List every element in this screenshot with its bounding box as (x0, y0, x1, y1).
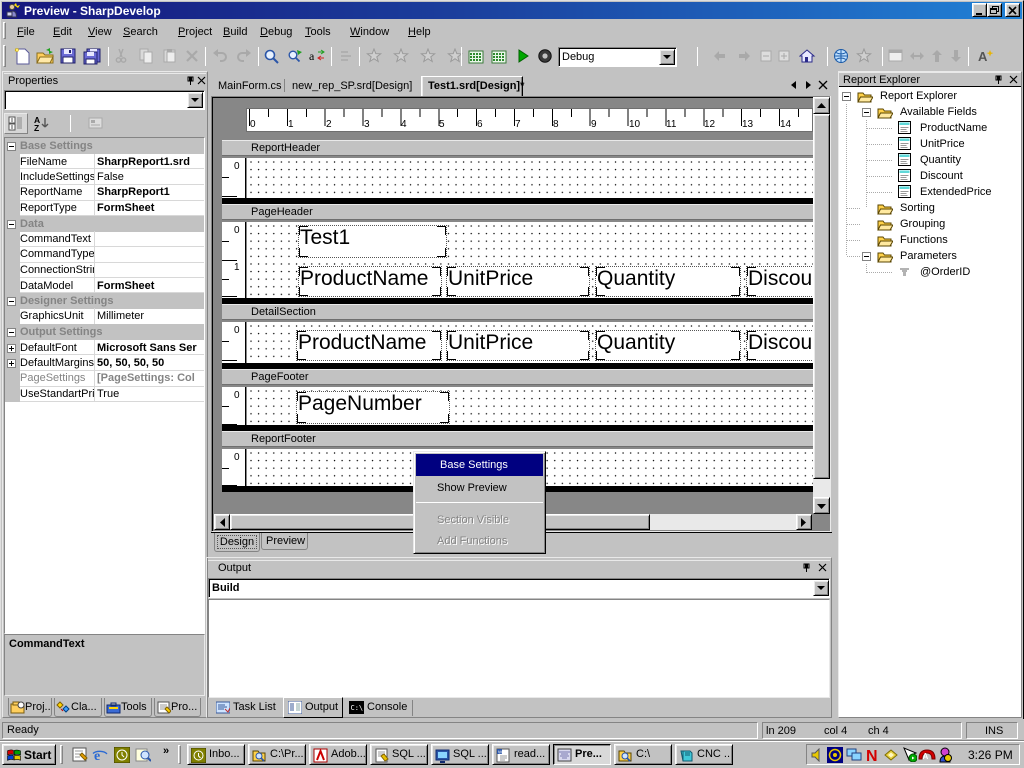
svg-text:N: N (866, 748, 878, 763)
svg-text:A: A (978, 49, 988, 64)
svg-text:A: A (923, 752, 929, 761)
svg-text:Z: Z (34, 123, 39, 132)
svg-text:C:\: C:\ (351, 704, 364, 712)
svg-text:a: a (309, 49, 315, 63)
